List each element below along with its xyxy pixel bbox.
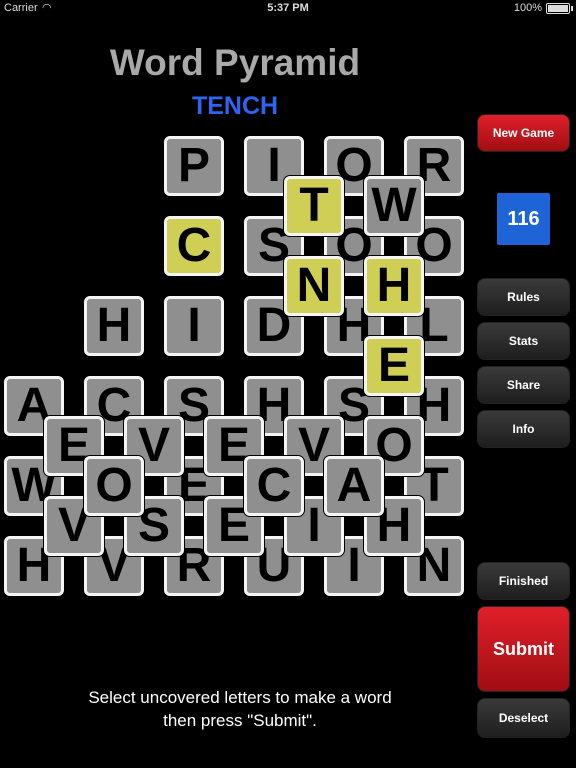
new-game-button[interactable]: New Game (477, 114, 570, 152)
letter-tile[interactable]: A (324, 456, 384, 516)
battery-icon (546, 3, 573, 14)
game-title: Word Pyramid (109, 42, 361, 83)
letter-tile[interactable]: H (84, 296, 144, 356)
instructions: Select uncovered letters to make a word … (40, 686, 440, 732)
submit-button[interactable]: Submit (477, 606, 570, 692)
instructions-line-1: Select uncovered letters to make a word (88, 688, 392, 707)
info-button[interactable]: Info (477, 410, 570, 448)
letter-tile[interactable]: W (364, 176, 424, 236)
clock: 5:37 PM (267, 2, 309, 14)
stats-button[interactable]: Stats (477, 322, 570, 360)
letter-tile[interactable]: I (164, 296, 224, 356)
rules-button[interactable]: Rules (477, 278, 570, 316)
letter-tile[interactable]: P (164, 136, 224, 196)
share-button[interactable]: Share (477, 366, 570, 404)
letter-tile-selected[interactable]: H (364, 256, 424, 316)
instructions-line-2: then press "Submit". (163, 711, 317, 730)
finished-button[interactable]: Finished (477, 562, 570, 600)
battery-percent: 100% (513, 2, 542, 14)
letter-tile-selected[interactable]: T (284, 176, 344, 236)
deselect-button[interactable]: Deselect (477, 698, 570, 738)
letter-tile[interactable]: C (244, 456, 304, 516)
letter-tile-selected[interactable]: E (364, 336, 424, 396)
letter-tile-selected[interactable]: C (164, 216, 224, 276)
letter-tile[interactable]: O (84, 456, 144, 516)
score-display: 116 (497, 193, 550, 245)
letter-tile-selected[interactable]: N (284, 256, 344, 316)
status-bar: Carrier ◠ 5:37 PM 100% (0, 0, 576, 16)
current-word: TENCH (191, 92, 279, 120)
